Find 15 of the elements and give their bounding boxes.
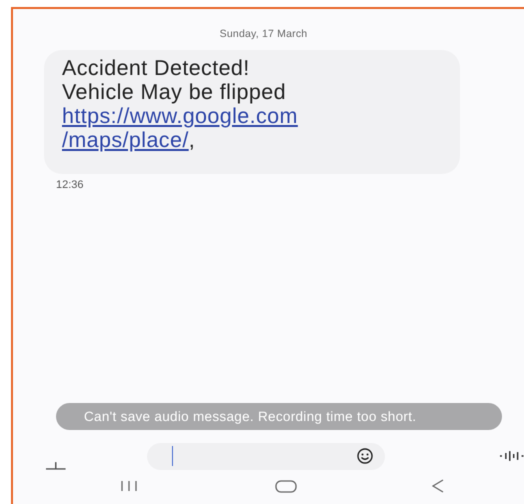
map-link[interactable]: https://www.google.com [62, 104, 298, 128]
message-input[interactable] [146, 442, 385, 470]
toast-message: Can't save audio message. Recording time too short. [56, 403, 502, 430]
message-text: , [188, 128, 196, 152]
message-time: 12:36 [56, 179, 85, 191]
message-text: Vehicle May be flipped [62, 80, 287, 104]
plus-icon[interactable] [45, 462, 67, 470]
recent-apps-icon[interactable] [119, 480, 139, 492]
voice-icon[interactable] [498, 450, 524, 462]
map-link[interactable]: /maps/place/ [62, 128, 189, 152]
message-text: Accident Detected! [62, 56, 251, 80]
emoji-icon[interactable] [356, 448, 373, 464]
date-header: Sunday, 17 March [220, 28, 308, 40]
back-icon[interactable] [432, 479, 444, 493]
home-icon[interactable] [274, 480, 296, 492]
